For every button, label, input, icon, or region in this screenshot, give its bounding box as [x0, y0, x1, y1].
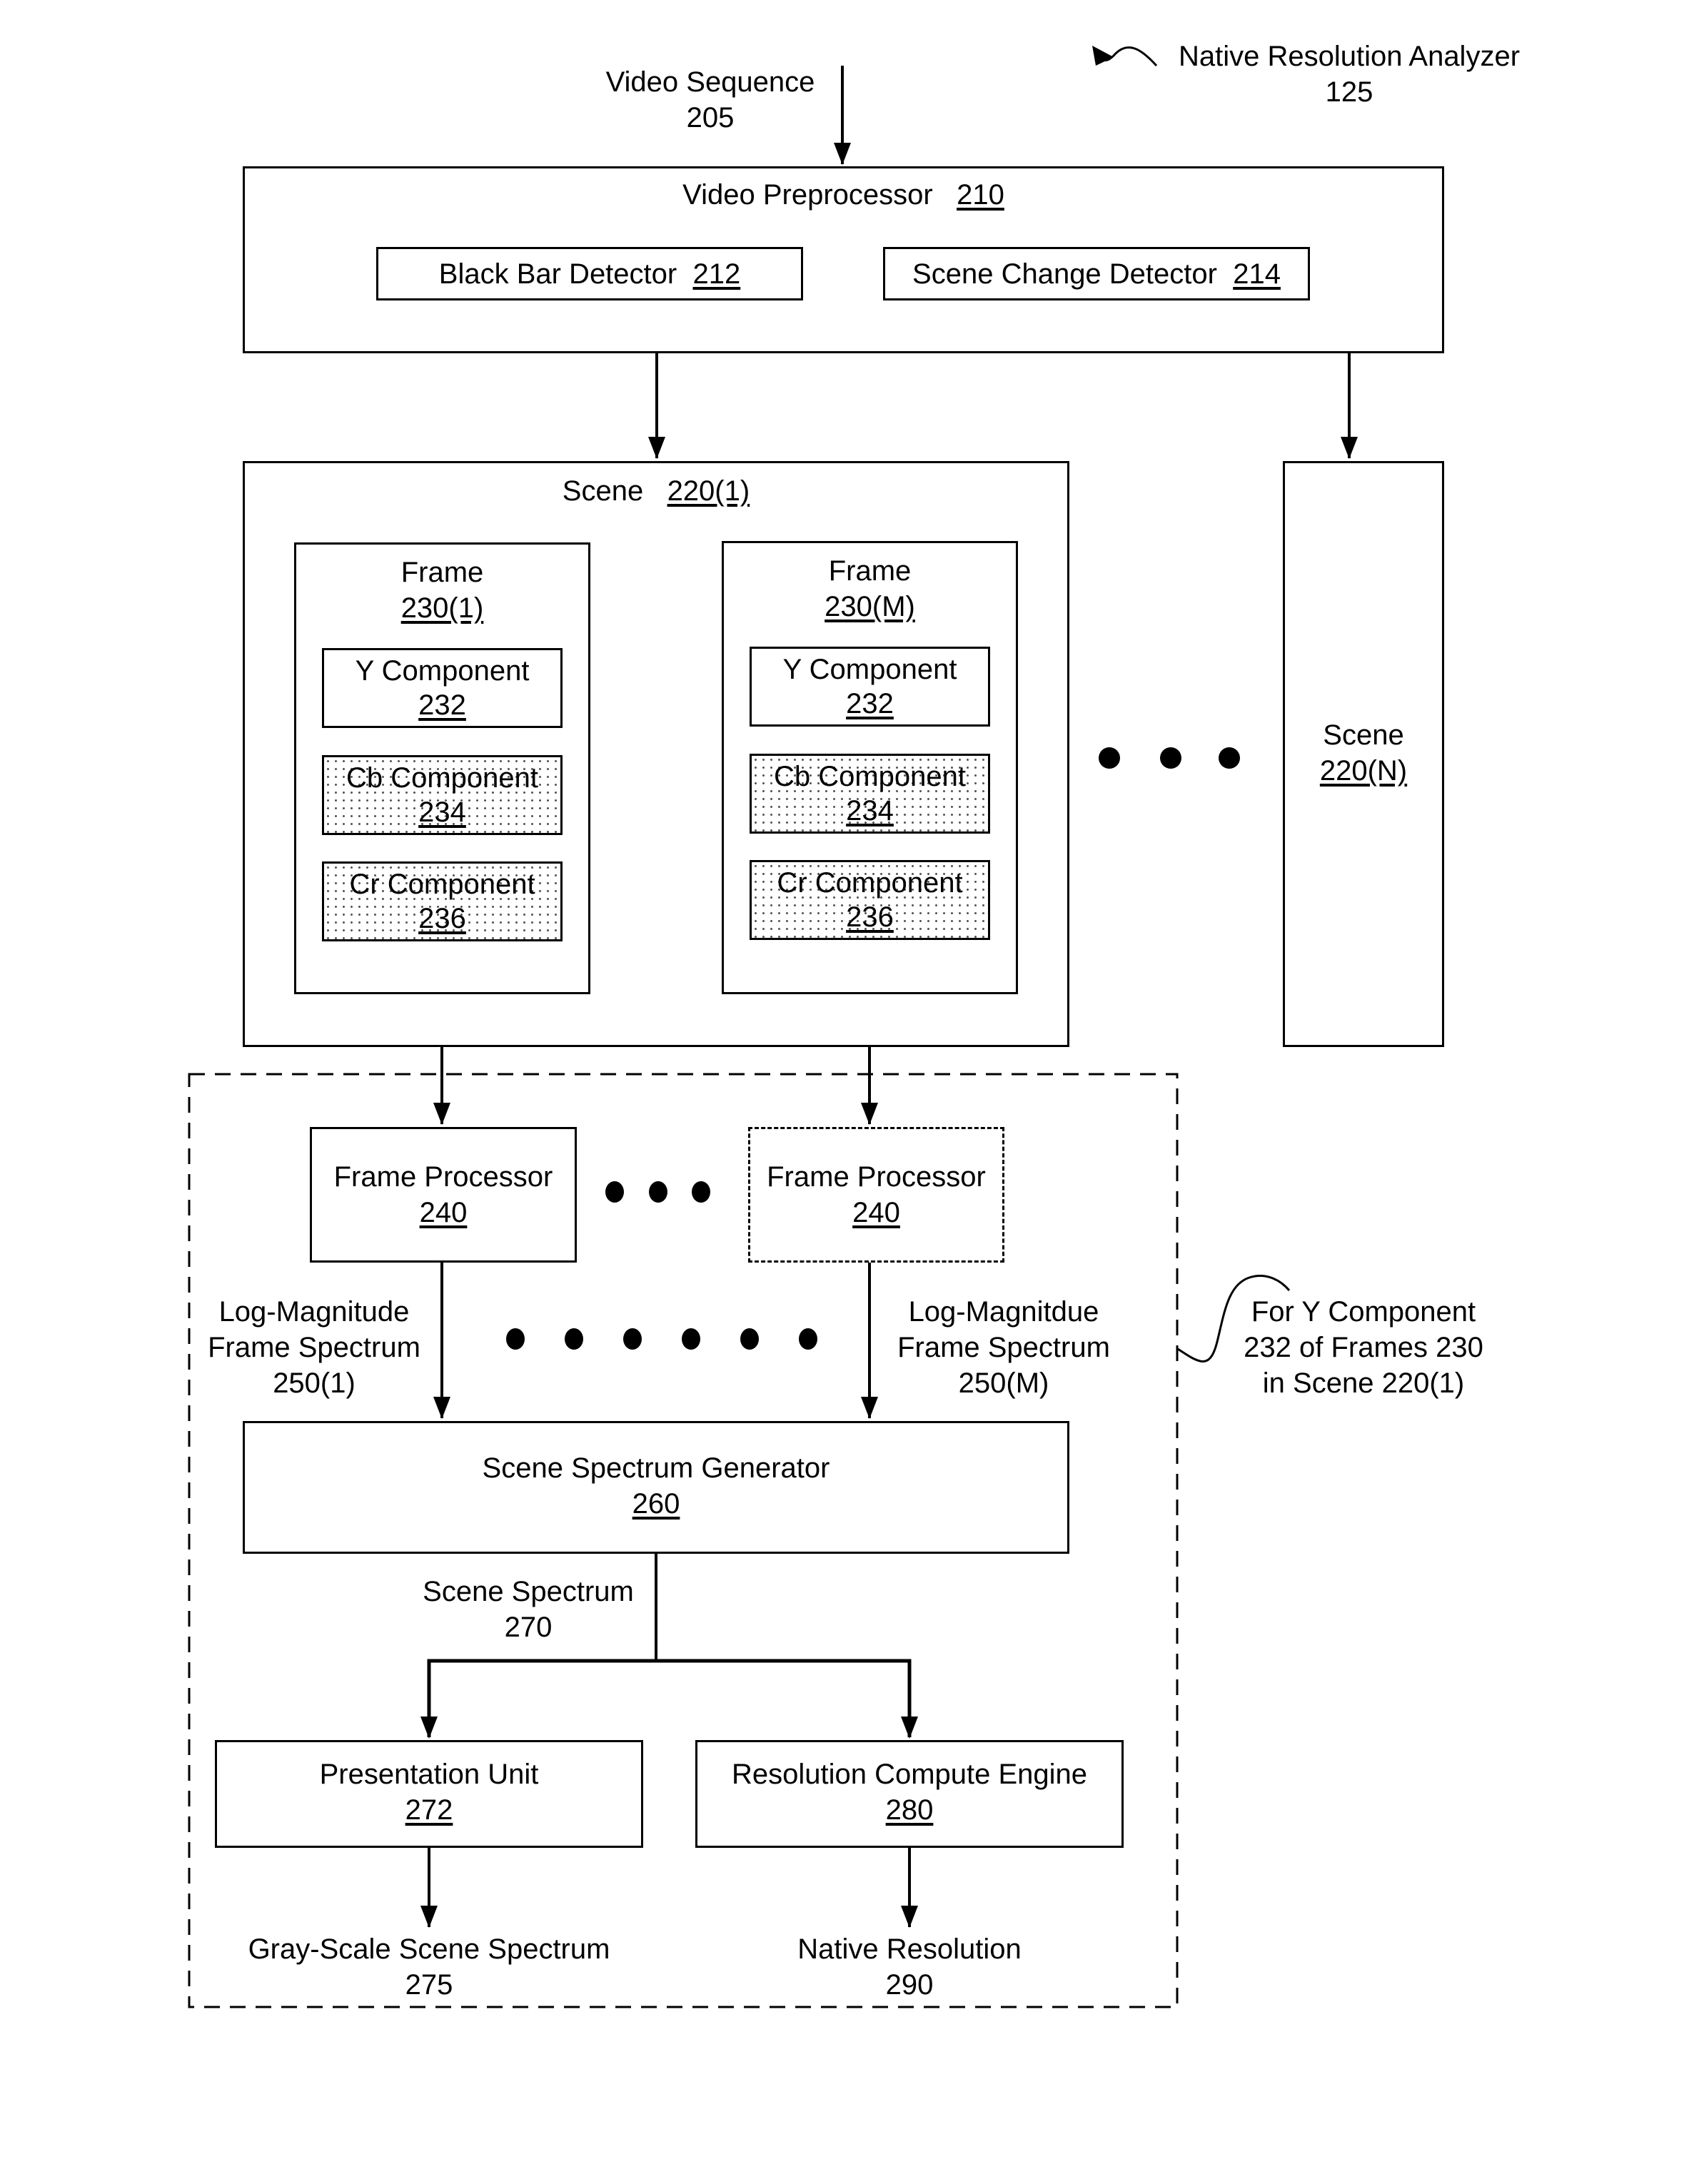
black-bar-detector-name: Black Bar Detector [438, 258, 677, 290]
gray-scale-ref: 275 [405, 1969, 453, 2001]
ellipsis-dot [1219, 747, 1240, 769]
video-preprocessor-ref: 210 [957, 179, 1004, 211]
scene-spectrum-generator-name: Scene Spectrum Generator [482, 1452, 830, 1484]
ellipsis-dot [605, 1181, 624, 1203]
ellipsis-dot [1160, 747, 1181, 769]
group-note-label: For Y Component 232 of Frames 230 in Sce… [1228, 1294, 1499, 1401]
frame-last-name: Frame [828, 555, 912, 587]
video-sequence-label: Video Sequence 205 [585, 64, 835, 136]
cb-component-name: Cb Component [346, 762, 539, 794]
ellipsis-dot [623, 1328, 642, 1350]
frame-last-cb-component[interactable]: Cb Component 234 [750, 754, 990, 834]
y-component-name: Y Component [782, 654, 957, 685]
frame-first-name: Frame [400, 557, 484, 588]
cb-component-ref: 234 [846, 795, 894, 826]
gray-scale-spectrum-label: Gray-Scale Scene Spectrum 275 [215, 1931, 643, 2003]
spectrum-first-ref: 250(1) [273, 1367, 356, 1399]
y-component-name: Y Component [355, 655, 530, 687]
cr-component-name: Cr Component [349, 869, 535, 900]
analyzer-label: Native Resolution Analyzer 125 [1156, 39, 1542, 110]
cb-component-ref: 234 [418, 797, 466, 828]
frame-first-cb-component[interactable]: Cb Component 234 [322, 755, 563, 835]
ellipsis-dot [1099, 747, 1120, 769]
analyzer-name: Native Resolution Analyzer [1178, 41, 1521, 72]
scene-last-ref: 220(N) [1319, 755, 1408, 787]
native-resolution-ref: 290 [885, 1969, 934, 2001]
ellipsis-dot [565, 1328, 583, 1350]
ellipsis-dot [692, 1181, 710, 1203]
frame-processor-name: Frame Processor [333, 1161, 553, 1193]
frame-processor-first-block[interactable]: Frame Processor 240 [310, 1127, 577, 1263]
frame-processor-name: Frame Processor [767, 1161, 986, 1193]
ellipsis-dot [799, 1328, 817, 1350]
ellipsis-dot [740, 1328, 759, 1350]
scene-first-name: Scene [562, 475, 644, 507]
presentation-unit-name: Presentation Unit [319, 1759, 539, 1790]
video-sequence-ref: 205 [686, 102, 735, 133]
scene-change-detector-block[interactable]: Scene Change Detector 214 [883, 247, 1310, 300]
black-bar-detector-block[interactable]: Black Bar Detector 212 [376, 247, 803, 300]
y-component-ref: 232 [846, 688, 894, 719]
resolution-compute-engine-name: Resolution Compute Engine [731, 1759, 1088, 1790]
scene-last-name: Scene [1323, 719, 1404, 751]
scene-first-ref: 220(1) [667, 475, 750, 507]
black-bar-detector-ref: 212 [692, 258, 741, 290]
scene-last-block[interactable]: Scene 220(N) [1283, 461, 1444, 1047]
frame-last-y-component[interactable]: Y Component 232 [750, 647, 990, 727]
scene-spectrum-name: Scene Spectrum [423, 1576, 634, 1607]
cb-component-name: Cb Component [773, 761, 967, 792]
spectrum-last-line1: Log-Magnitdue [908, 1296, 1099, 1328]
scene-spectrum-generator-ref: 260 [632, 1488, 680, 1520]
split-connector [427, 1659, 912, 1737]
presentation-unit-ref: 272 [405, 1794, 453, 1826]
cr-component-name: Cr Component [777, 867, 963, 899]
analyzer-pointer-arrowhead [1092, 46, 1114, 66]
frame-processor-last-block[interactable]: Frame Processor 240 [748, 1127, 1004, 1263]
scene-spectrum-label: Scene Spectrum 270 [400, 1574, 657, 1645]
cr-component-ref: 236 [418, 903, 466, 934]
video-preprocessor-name: Video Preprocessor [682, 179, 933, 211]
input-arrowhead [834, 143, 851, 165]
scene-change-detector-name: Scene Change Detector [912, 258, 1217, 290]
spectrum-first-line2: Frame Spectrum [208, 1332, 420, 1363]
scene-change-detector-ref: 214 [1233, 258, 1281, 290]
frame-first-y-component[interactable]: Y Component 232 [322, 648, 563, 728]
video-sequence-name: Video Sequence [605, 66, 815, 98]
frame-first-cr-component[interactable]: Cr Component 236 [322, 861, 563, 941]
frame-last-cr-component[interactable]: Cr Component 236 [750, 860, 990, 940]
spectrum-first-label: Log-Magnitude Frame Spectrum 250(1) [193, 1294, 435, 1401]
resolution-compute-engine-block[interactable]: Resolution Compute Engine 280 [695, 1740, 1124, 1848]
resolution-compute-engine-ref: 280 [885, 1794, 934, 1826]
cr-component-ref: 236 [846, 901, 894, 933]
frame-processor-ref: 240 [852, 1197, 900, 1228]
frame-first-ref: 230(1) [400, 592, 484, 624]
y-component-ref: 232 [418, 689, 466, 721]
ellipsis-dot [649, 1181, 667, 1203]
analyzer-ref: 125 [1325, 76, 1373, 108]
native-resolution-name: Native Resolution [797, 1933, 1022, 1965]
gray-scale-name: Gray-Scale Scene Spectrum [248, 1933, 610, 1965]
native-resolution-label: Native Resolution 290 [695, 1931, 1124, 2003]
spectrum-last-ref: 250(M) [958, 1367, 1049, 1399]
spectrum-last-label: Log-Magnitdue Frame Spectrum 250(M) [882, 1294, 1125, 1401]
group-note-line2: 232 of Frames 230 [1244, 1332, 1483, 1363]
scene-spectrum-ref: 270 [504, 1612, 553, 1643]
group-note-line3: in Scene 220(1) [1262, 1367, 1465, 1399]
spectrum-last-line2: Frame Spectrum [897, 1332, 1110, 1363]
presentation-unit-block[interactable]: Presentation Unit 272 [215, 1740, 643, 1848]
frame-processor-ref: 240 [419, 1197, 468, 1228]
group-note-line1: For Y Component [1251, 1296, 1476, 1328]
frame-last-ref: 230(M) [825, 591, 915, 622]
spectrum-first-line1: Log-Magnitude [218, 1296, 410, 1328]
ellipsis-dot [682, 1328, 700, 1350]
ellipsis-dot [506, 1328, 525, 1350]
scene-spectrum-generator-block[interactable]: Scene Spectrum Generator 260 [243, 1421, 1069, 1554]
